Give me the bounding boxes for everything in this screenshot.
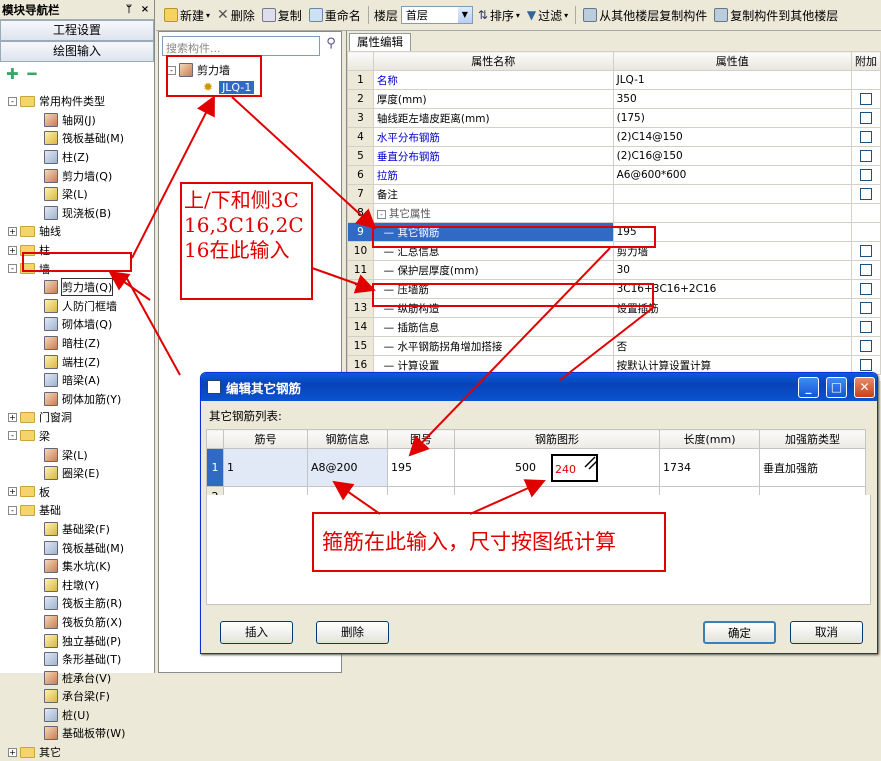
tree-item[interactable]: 桩(U) [0, 706, 153, 725]
annotation-arrow [124, 274, 181, 376]
component-type-icon [44, 726, 58, 741]
tree-label: 基础板带(W) [62, 727, 126, 741]
folder-icon [20, 746, 35, 758]
tree-folder[interactable]: + 其它 [0, 743, 153, 761]
annotation-arrow [559, 306, 655, 381]
tree-item[interactable]: 基础板带(W) [0, 724, 153, 743]
annotation-arrow [408, 247, 611, 457]
annotation-arrow [469, 479, 546, 515]
expand-icon[interactable]: + [8, 747, 17, 757]
annotation-arrow [131, 95, 215, 259]
component-type-icon [44, 707, 58, 722]
tree-label: 桩(U) [62, 708, 90, 722]
tree-item[interactable]: 承台梁(F) [0, 687, 153, 706]
tree-label: 其它 [39, 746, 61, 760]
annotation-arrow [231, 96, 377, 230]
tree-label: 承台梁(F) [62, 690, 110, 704]
annotation-arrows [108, 95, 655, 515]
annotation-arrow [332, 480, 381, 515]
annotation-arrow [311, 267, 376, 294]
component-type-icon [44, 689, 58, 704]
